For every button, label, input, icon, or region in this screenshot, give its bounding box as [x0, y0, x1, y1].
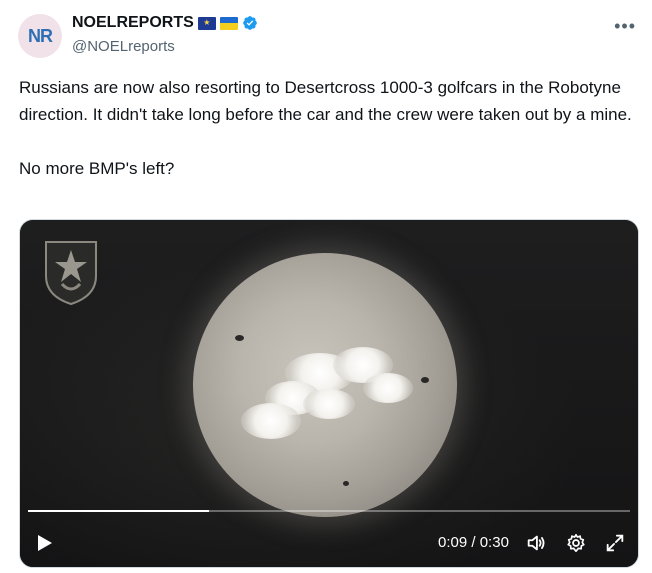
avatar[interactable]: NR	[18, 14, 62, 58]
tweet-paragraph: Russians are now also resorting to Deser…	[19, 78, 632, 124]
play-icon[interactable]	[34, 533, 54, 553]
unit-insignia-icon	[45, 241, 97, 306]
video-progress-bar[interactable]	[28, 510, 630, 512]
tweet-text: Russians are now also resorting to Deser…	[19, 74, 639, 182]
eu-flag-icon: ★	[197, 16, 216, 30]
verified-icon	[242, 16, 257, 30]
video-controls: 0:09 / 0:30	[20, 519, 638, 567]
avatar-logo: NR	[28, 25, 53, 47]
author-handle[interactable]: @NOELreports	[72, 38, 175, 55]
more-options-icon[interactable]: •••	[614, 16, 636, 37]
avatar-text: NR	[28, 25, 53, 46]
ukraine-flag-icon	[219, 16, 238, 30]
video-time-separator: /	[471, 534, 476, 551]
video-duration: 0:30	[479, 534, 509, 551]
author-display-name[interactable]: NOELREPORTS	[72, 14, 194, 32]
video-current-time: 0:09	[438, 534, 468, 551]
volume-icon[interactable]	[525, 532, 547, 554]
fullscreen-icon[interactable]	[604, 532, 626, 554]
author-name-row: NOELREPORTS ★	[72, 14, 258, 32]
settings-gear-icon[interactable]	[565, 532, 587, 554]
thermal-scope-view	[193, 253, 457, 517]
tweet-paragraph: No more BMP's left?	[19, 159, 175, 178]
video-time: 0:09 / 0:30	[438, 534, 509, 551]
video-player[interactable]: 0:09 / 0:30	[19, 219, 639, 568]
video-progress-fill	[28, 510, 209, 512]
